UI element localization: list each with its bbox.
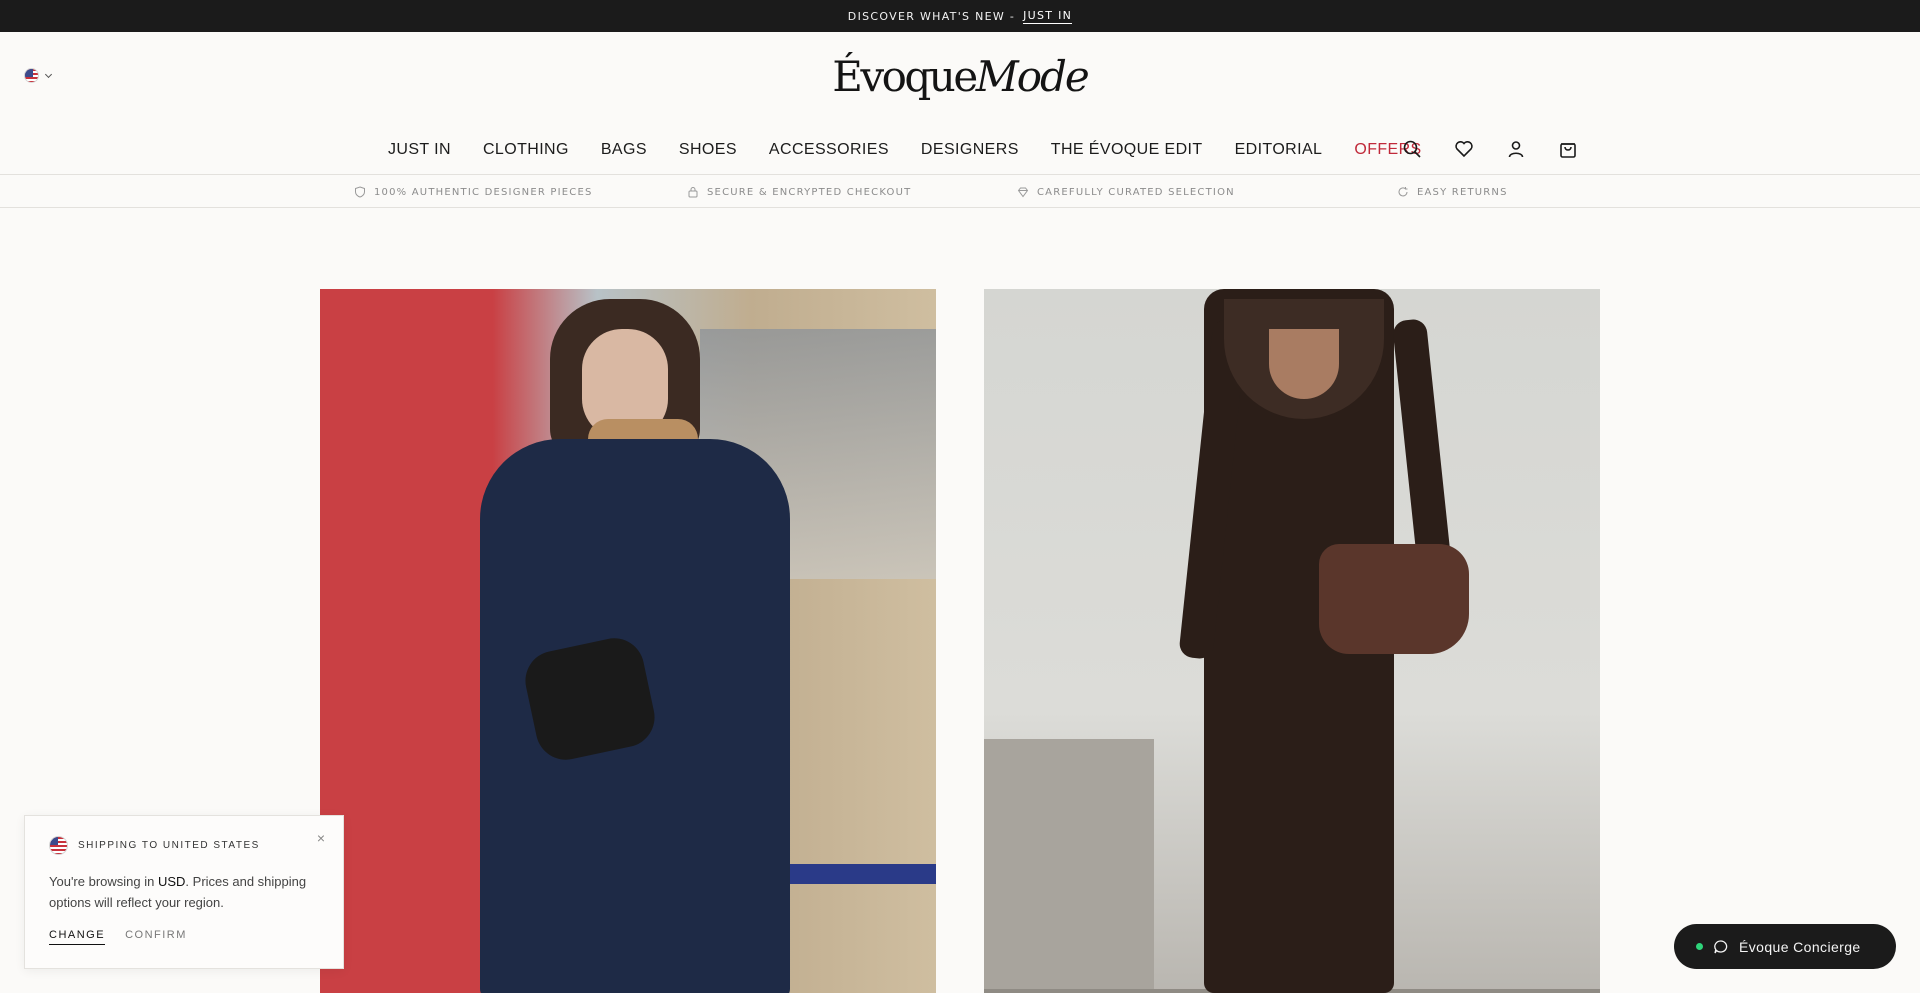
search-icon[interactable]	[1400, 137, 1424, 161]
online-status-dot	[1696, 943, 1703, 950]
popup-title: SHIPPING TO UNITED STATES	[78, 840, 260, 851]
shipping-region-popup: SHIPPING TO UNITED STATES × You're brows…	[24, 815, 344, 969]
popup-actions: CHANGE CONFIRM	[49, 929, 319, 945]
lock-icon	[688, 187, 698, 198]
trust-label-curated: CAREFULLY CURATED SELECTION	[1037, 186, 1235, 198]
nav-item-bags[interactable]: BAGS	[601, 141, 647, 159]
heart-icon[interactable]	[1452, 137, 1476, 161]
announcement-text: DISCOVER WHAT'S NEW -	[847, 9, 1016, 23]
nav-item-designers[interactable]: DESIGNERS	[921, 141, 1019, 159]
popup-currency: USD	[157, 874, 186, 889]
site-logo[interactable]: ÉvoqueMode	[0, 52, 1920, 101]
hero-image-brown-dress-look[interactable]	[984, 289, 1600, 993]
nav-item-editorial[interactable]: EDITORIAL	[1235, 141, 1323, 159]
shield-icon	[355, 186, 365, 198]
main-nav: JUST IN CLOTHING BAGS SHOES ACCESSORIES …	[388, 138, 1422, 162]
user-icon[interactable]	[1504, 137, 1528, 161]
popup-message-prefix: You're browsing in	[49, 874, 158, 889]
change-region-button[interactable]: CHANGE	[49, 929, 106, 945]
logo-text-mode: Mode	[975, 52, 1090, 101]
trust-label-secure: SECURE & ENCRYPTED CHECKOUT	[707, 186, 912, 198]
nav-item-clothing[interactable]: CLOTHING	[483, 141, 569, 159]
nav-item-evoque-edit[interactable]: THE ÉVOQUE EDIT	[1051, 141, 1203, 159]
trust-item-curated: CAREFULLY CURATED SELECTION	[1017, 186, 1235, 198]
trust-label-authentic: 100% AUTHENTIC DESIGNER PIECES	[374, 186, 593, 198]
bag-icon[interactable]	[1556, 137, 1580, 161]
refresh-icon	[1398, 187, 1408, 197]
header-icons	[1400, 137, 1580, 161]
hero-image-denim-look[interactable]	[320, 289, 936, 993]
close-icon[interactable]: ×	[317, 830, 325, 846]
trust-item-secure: SECURE & ENCRYPTED CHECKOUT	[687, 186, 911, 198]
trust-label-returns: EASY RETURNS	[1417, 186, 1508, 198]
announcement-bar: DISCOVER WHAT'S NEW - JUST IN	[0, 0, 1920, 32]
nav-item-accessories[interactable]: ACCESSORIES	[769, 141, 889, 159]
confirm-region-button[interactable]: CONFIRM	[125, 929, 187, 945]
popup-message: You're browsing in USD. Prices and shipp…	[49, 871, 319, 913]
trust-item-returns: EASY RETURNS	[1397, 186, 1508, 198]
concierge-chat-button[interactable]: Évoque Concierge	[1674, 924, 1896, 969]
diamond-icon	[1017, 187, 1029, 198]
trust-item-authentic: 100% AUTHENTIC DESIGNER PIECES	[354, 186, 593, 198]
trust-bar: 100% AUTHENTIC DESIGNER PIECES SECURE & …	[0, 176, 1920, 208]
chat-bubble-icon	[1714, 939, 1728, 953]
nav-item-just-in[interactable]: JUST IN	[388, 141, 451, 159]
us-flag-icon	[49, 836, 68, 855]
logo-text-evoque: Évoque	[832, 52, 978, 101]
concierge-label: Évoque Concierge	[1739, 938, 1861, 955]
popup-header: SHIPPING TO UNITED STATES	[49, 836, 319, 855]
announcement-just-in-link[interactable]: JUST IN	[1023, 9, 1073, 24]
site-header: ÉvoqueMode JUST IN CLOTHING BAGS SHOES A…	[0, 32, 1920, 175]
nav-item-shoes[interactable]: SHOES	[679, 141, 737, 159]
